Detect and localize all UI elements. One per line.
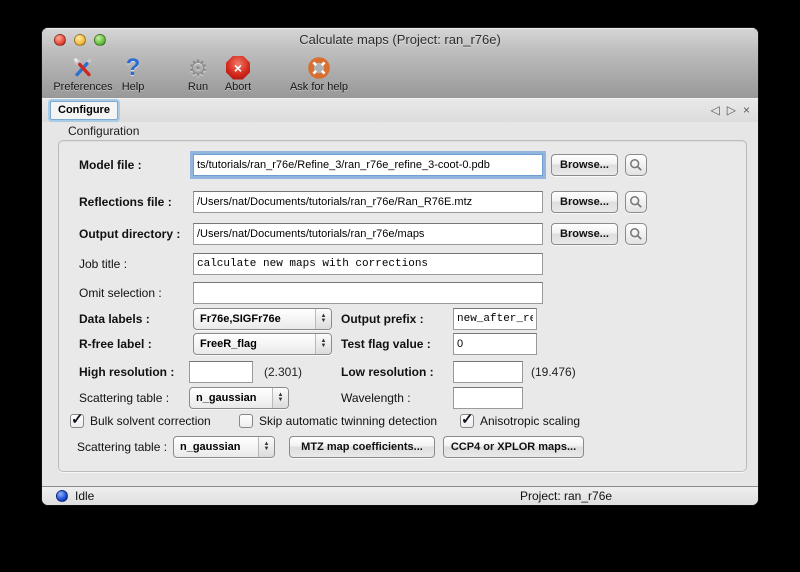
low-resolution-input[interactable] xyxy=(453,361,523,383)
low-resolution-hint: (19.476) xyxy=(531,361,576,383)
abort-button[interactable]: × Abort xyxy=(214,54,262,96)
low-resolution-label: Low resolution : xyxy=(341,361,434,383)
rfree-label-value: FreeR_flag xyxy=(200,338,257,350)
group-title: Configuration xyxy=(68,124,139,138)
app-window: Calculate maps (Project: ran_r76e) xyxy=(42,28,758,505)
window-controls xyxy=(54,34,106,46)
rfree-label-popup[interactable]: FreeR_flag ▲▼ xyxy=(193,333,332,355)
reflections-file-input[interactable] xyxy=(193,191,543,213)
anisotropic-scaling-checkbox[interactable] xyxy=(460,414,474,428)
tab-close-icon[interactable]: × xyxy=(743,102,750,118)
output-directory-input[interactable] xyxy=(193,223,543,245)
reflections-file-search-button[interactable] xyxy=(625,191,647,213)
reflections-file-browse-button[interactable]: Browse... xyxy=(551,191,618,213)
tab-bar: Configure ◁ ▷ × xyxy=(42,98,758,123)
output-directory-browse-button[interactable]: Browse... xyxy=(551,223,618,245)
search-icon xyxy=(629,158,643,172)
scattering-table-2-label: Scattering table : xyxy=(77,436,167,458)
anisotropic-scaling-label: Anisotropic scaling xyxy=(480,414,580,429)
tab-forward-icon[interactable]: ▷ xyxy=(727,102,736,118)
reflections-file-label: Reflections file : xyxy=(79,191,172,213)
output-directory-search-button[interactable] xyxy=(625,223,647,245)
configuration-groupbox: Model file : Browse... Reflections file … xyxy=(58,140,747,472)
scattering-table-label: Scattering table : xyxy=(79,387,169,409)
output-prefix-label: Output prefix : xyxy=(341,308,424,330)
rfree-label-label: R-free label : xyxy=(79,333,152,355)
preferences-button[interactable]: Preferences xyxy=(47,54,119,96)
tab-configure[interactable]: Configure xyxy=(50,101,118,120)
scattering-table-2-popup[interactable]: n_gaussian ▲▼ xyxy=(173,436,275,458)
status-text: Idle xyxy=(75,487,94,505)
wavelength-input[interactable] xyxy=(453,387,523,409)
abort-icon: × xyxy=(226,54,250,81)
scattering-table-popup[interactable]: n_gaussian ▲▼ xyxy=(189,387,289,409)
wavelength-label: Wavelength : xyxy=(341,387,411,409)
data-labels-label: Data labels : xyxy=(79,308,150,330)
lifebuoy-icon xyxy=(306,54,332,81)
high-resolution-hint: (2.301) xyxy=(264,361,302,383)
model-file-label: Model file : xyxy=(79,154,142,176)
ccp4-xplor-maps-button[interactable]: CCP4 or XPLOR maps... xyxy=(443,436,584,458)
gear-icon: ⚙ xyxy=(188,54,209,81)
popup-arrows-icon: ▲▼ xyxy=(272,388,288,408)
test-flag-value-label: Test flag value : xyxy=(341,333,431,355)
ask-for-help-button[interactable]: Ask for help xyxy=(274,54,364,96)
popup-arrows-icon: ▲▼ xyxy=(315,334,331,354)
help-label: Help xyxy=(122,81,145,94)
model-file-browse-button[interactable]: Browse... xyxy=(551,154,618,176)
omit-selection-label: Omit selection : xyxy=(79,282,162,304)
window-header: Calculate maps (Project: ran_r76e) xyxy=(42,28,758,99)
project-text: Project: ran_r76e xyxy=(520,487,612,505)
skip-twinning-detection-checkbox[interactable] xyxy=(239,414,253,428)
search-icon xyxy=(629,195,643,209)
popup-arrows-icon: ▲▼ xyxy=(315,309,331,329)
close-window-button[interactable] xyxy=(54,34,66,46)
model-file-input[interactable] xyxy=(193,154,543,176)
omit-selection-input[interactable] xyxy=(193,282,543,304)
job-title-label: Job title : xyxy=(79,253,127,275)
mtz-map-coefficients-button[interactable]: MTZ map coefficients... xyxy=(289,436,435,458)
run-label: Run xyxy=(188,81,208,94)
scattering-table-value: n_gaussian xyxy=(196,392,257,404)
scattering-table-2-value: n_gaussian xyxy=(180,441,241,453)
help-button[interactable]: ? Help xyxy=(113,54,153,96)
data-labels-value: Fr76e,SIGFr76e xyxy=(200,313,281,325)
question-icon: ? xyxy=(126,54,141,81)
zoom-window-button[interactable] xyxy=(94,34,106,46)
job-title-input[interactable] xyxy=(193,253,543,275)
tools-icon xyxy=(70,54,96,81)
bulk-solvent-correction-label: Bulk solvent correction xyxy=(90,414,211,429)
title-bar[interactable]: Calculate maps (Project: ran_r76e) xyxy=(42,28,758,52)
output-directory-label: Output directory : xyxy=(79,223,180,245)
content-area: Configuration Model file : Browse... Ref… xyxy=(42,122,758,487)
status-indicator-icon xyxy=(56,490,68,502)
ask-for-help-label: Ask for help xyxy=(290,81,348,94)
high-resolution-input[interactable] xyxy=(189,361,253,383)
tab-back-icon[interactable]: ◁ xyxy=(711,102,720,118)
window-title: Calculate maps (Project: ran_r76e) xyxy=(42,28,758,52)
tab-navigation: ◁ ▷ × xyxy=(711,102,750,118)
model-file-search-button[interactable] xyxy=(625,154,647,176)
test-flag-value-input[interactable] xyxy=(453,333,537,355)
skip-twinning-detection-label: Skip automatic twinning detection xyxy=(259,414,437,429)
abort-label: Abort xyxy=(225,81,251,94)
search-icon xyxy=(629,227,643,241)
high-resolution-label: High resolution : xyxy=(79,361,174,383)
preferences-label: Preferences xyxy=(53,81,112,94)
data-labels-popup[interactable]: Fr76e,SIGFr76e ▲▼ xyxy=(193,308,332,330)
bulk-solvent-correction-checkbox[interactable] xyxy=(70,414,84,428)
toolbar: Preferences ? Help ⚙ Run × Abort xyxy=(42,52,758,98)
popup-arrows-icon: ▲▼ xyxy=(258,437,274,457)
minimize-window-button[interactable] xyxy=(74,34,86,46)
output-prefix-input[interactable] xyxy=(453,308,537,330)
status-bar: Idle Project: ran_r76e xyxy=(42,486,758,505)
